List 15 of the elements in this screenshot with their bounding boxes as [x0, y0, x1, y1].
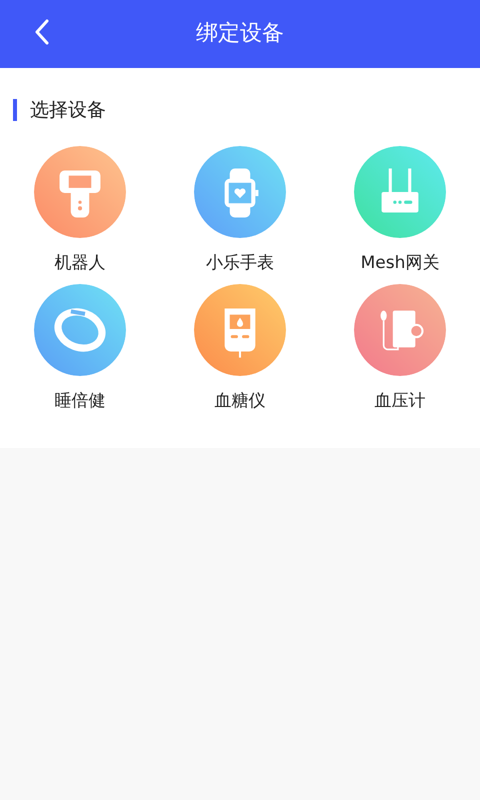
wristband-icon[interactable] [34, 284, 126, 376]
handheld-device-icon[interactable] [34, 146, 126, 238]
section-title: 选择设备 [13, 99, 480, 121]
device-label: 血压计 [374, 390, 426, 412]
device-label: 机器人 [54, 252, 106, 274]
glucose-meter-icon[interactable] [194, 284, 286, 376]
device-label: Mesh网关 [360, 252, 440, 274]
back-icon [34, 19, 50, 45]
blood-pressure-monitor-icon[interactable] [354, 284, 446, 376]
device-label: 血糖仪 [214, 390, 266, 412]
page-title: 绑定设备 [196, 21, 284, 46]
device-label: 睡倍健 [54, 390, 106, 412]
router-icon[interactable] [354, 146, 446, 238]
watch-icon[interactable] [194, 146, 286, 238]
device-label: 小乐手表 [206, 252, 274, 274]
